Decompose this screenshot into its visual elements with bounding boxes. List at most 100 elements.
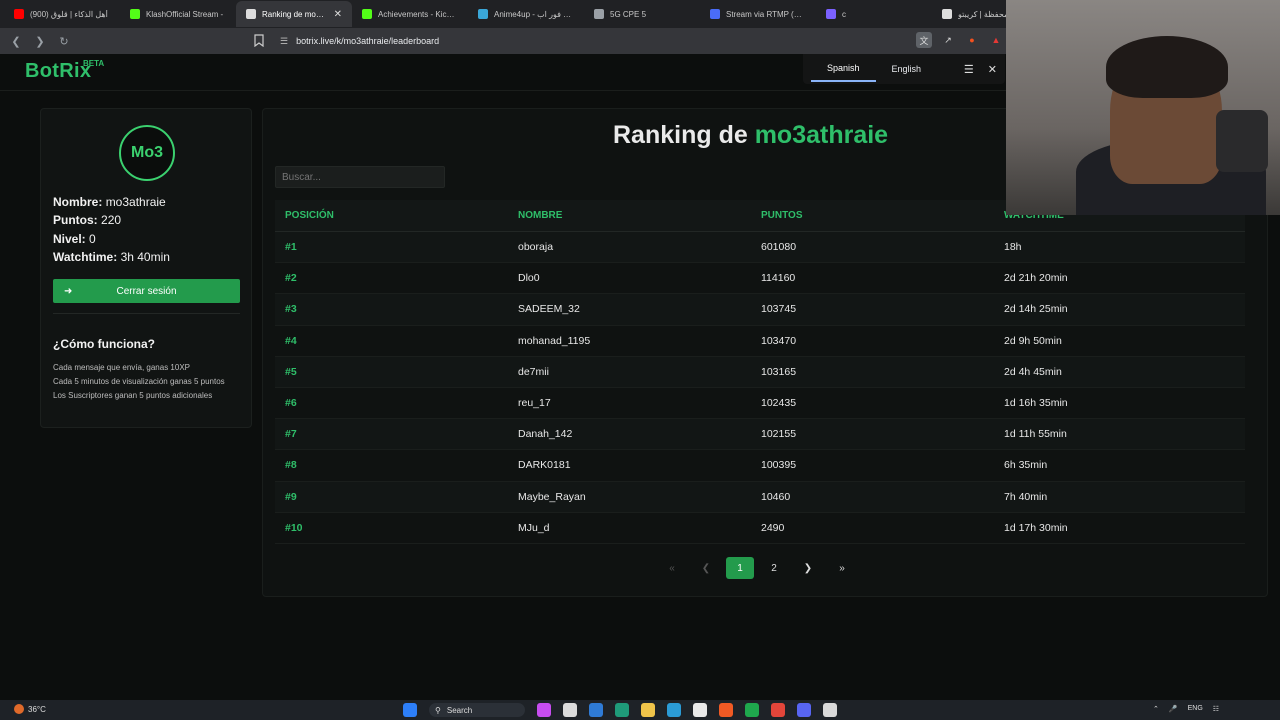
column-header-name[interactable]: NOMBRE: [518, 210, 761, 221]
cell-watchtime: 7h 40min: [1004, 490, 1048, 503]
table-row: #4 mohanad_1195 103470 2d 9h 50min: [275, 326, 1245, 357]
table-row: #3 SADEEM_32 103745 2d 14h 25min: [275, 294, 1245, 326]
cell-name[interactable]: Danah_142: [518, 428, 761, 440]
profile-watchtime-row: Watchtime: 3h 40min: [53, 248, 170, 266]
forward-icon[interactable]: ❯: [32, 33, 48, 49]
browser-tab[interactable]: Stream via RTMP (OBS: [700, 1, 816, 27]
browser-tab[interactable]: (900) أهل الذكاء | قلوق: [4, 1, 120, 27]
page-title: Ranking de mo3athraie: [613, 121, 888, 150]
logout-button[interactable]: ➜ Cerrar sesión: [53, 279, 240, 303]
tray-chevron-icon[interactable]: ⌃: [1153, 705, 1159, 713]
browser-tab[interactable]: 5G CPE 5: [584, 1, 700, 27]
tab-title: Stream via RTMP (OBS: [726, 9, 806, 19]
cell-points: 2490: [761, 521, 785, 534]
browser-icon[interactable]: [667, 703, 681, 717]
page-2-button[interactable]: 2: [760, 557, 788, 579]
address-bar[interactable]: ☰ botrix.live/k/mo3athraie/leaderboard: [280, 33, 439, 49]
system-tray: ⌃ 🎤 ENG ☷: [1153, 705, 1219, 713]
cell-name[interactable]: MJu_d: [518, 522, 761, 534]
profile-points-row: Puntos: 220: [53, 211, 170, 229]
table-row: #8 DARK0181 100395 6h 35min: [275, 450, 1245, 482]
cell-position: #6: [285, 397, 297, 410]
tab-title: 5G CPE 5: [610, 9, 647, 19]
tab-title: (900) أهل الذكاء | قلوق: [30, 9, 108, 19]
browser-tab[interactable]: KlashOfficial Stream -: [120, 1, 236, 27]
network-icon[interactable]: ☷: [1213, 705, 1219, 713]
brave-rewards-icon[interactable]: ▲: [988, 32, 1004, 48]
next-page-button[interactable]: ❯: [794, 557, 822, 579]
site-info-icon[interactable]: ☰: [280, 36, 288, 47]
cell-points: 103745: [761, 303, 797, 316]
weather-icon: [14, 704, 24, 714]
bookmark-icon[interactable]: [253, 34, 265, 48]
taskbar-search[interactable]: ⚲ Search: [429, 703, 525, 717]
chrome-icon[interactable]: [771, 703, 785, 717]
weather-temp: 36°C: [28, 704, 46, 714]
table-row: #7 Danah_142 102155 1d 11h 55min: [275, 419, 1245, 451]
search-icon: ⚲: [435, 705, 441, 715]
file-icon[interactable]: [563, 703, 577, 717]
language-indicator[interactable]: ENG: [1188, 705, 1203, 713]
tab-title: KlashOfficial Stream -: [146, 9, 224, 19]
cell-points: 100395: [761, 459, 797, 472]
cell-name[interactable]: mohanad_1195: [518, 335, 761, 347]
name-value: mo3athraie: [105, 195, 166, 209]
share-icon[interactable]: ↗: [940, 32, 956, 48]
xbox-icon[interactable]: [745, 703, 759, 717]
table-row: #9 Maybe_Rayan 10460 7h 40min: [275, 481, 1245, 513]
tab-close-icon[interactable]: ✕: [334, 9, 342, 20]
cell-watchtime: 2d 21h 20min: [1004, 272, 1068, 285]
tab-title: Anime4up - انمي فور اب: [494, 9, 574, 19]
pagination: « ❮ 1 2 ❯ »: [658, 557, 856, 579]
cell-name[interactable]: Maybe_Rayan: [518, 491, 761, 503]
widgets-icon[interactable]: [537, 703, 551, 717]
folder-icon[interactable]: [641, 703, 655, 717]
tab-favicon-icon: [130, 9, 140, 19]
extension-icon[interactable]: ●: [964, 32, 980, 48]
last-page-button[interactable]: »: [828, 557, 856, 579]
how-item: Los Suscriptores ganan 5 puntos adiciona…: [53, 391, 213, 400]
store-icon[interactable]: [693, 703, 707, 717]
taskbar: 36°C ⚲ Search ⌃ 🎤 ENG ☷: [0, 700, 1280, 720]
browser-tab[interactable]: c: [816, 1, 932, 27]
cell-name[interactable]: SADEEM_32: [518, 303, 761, 315]
mic-icon[interactable]: 🎤: [1169, 705, 1178, 713]
prev-page-button[interactable]: ❮: [692, 557, 720, 579]
translate-source-language[interactable]: Spanish: [811, 57, 876, 82]
botrix-logo[interactable]: BotRix: [25, 60, 91, 83]
cell-name[interactable]: oboraja: [518, 241, 761, 253]
cell-name[interactable]: reu_17: [518, 397, 761, 409]
page-1-button[interactable]: 1: [726, 557, 754, 579]
cell-name[interactable]: DARK0181: [518, 459, 761, 471]
obs-icon[interactable]: [823, 703, 837, 717]
beta-badge: BETA: [83, 59, 105, 68]
points-label: Puntos:: [53, 213, 98, 228]
browser-tab[interactable]: Achievements - Kick D: [352, 1, 468, 27]
translate-icon[interactable]: 文: [916, 32, 932, 48]
vscode-icon[interactable]: [589, 703, 603, 717]
logout-label: Cerrar sesión: [116, 285, 177, 297]
close-icon[interactable]: ✕: [988, 63, 997, 76]
weather-widget[interactable]: 36°C: [14, 704, 46, 714]
discord-icon[interactable]: [797, 703, 811, 717]
brave-icon[interactable]: [719, 703, 733, 717]
cell-position: #10: [285, 521, 303, 534]
menu-icon[interactable]: ☰: [964, 63, 974, 76]
translate-target-language[interactable]: English: [876, 58, 938, 81]
reload-icon[interactable]: ↻: [56, 33, 72, 49]
browser-tab[interactable]: Ranking de mo3athraie ✕: [236, 1, 352, 27]
browser-tab[interactable]: Anime4up - انمي فور اب: [468, 1, 584, 27]
cell-watchtime: 2d 14h 25min: [1004, 303, 1068, 316]
back-icon[interactable]: ❮: [8, 33, 24, 49]
start-icon[interactable]: [403, 703, 417, 717]
profile-card: Mo3 Nombre: mo3athraie Puntos: 220 Nivel…: [40, 108, 252, 428]
cell-watchtime: 2d 4h 45min: [1004, 365, 1062, 378]
cell-name[interactable]: de7mii: [518, 366, 761, 378]
column-header-position[interactable]: POSICIÓN: [275, 210, 518, 221]
edge-icon[interactable]: [615, 703, 629, 717]
column-header-points[interactable]: PUNTOS: [761, 210, 1004, 221]
cell-name[interactable]: Dlo0: [518, 272, 761, 284]
search-input[interactable]: [275, 166, 445, 188]
first-page-button[interactable]: «: [658, 557, 686, 579]
tab-title: c: [842, 9, 846, 19]
